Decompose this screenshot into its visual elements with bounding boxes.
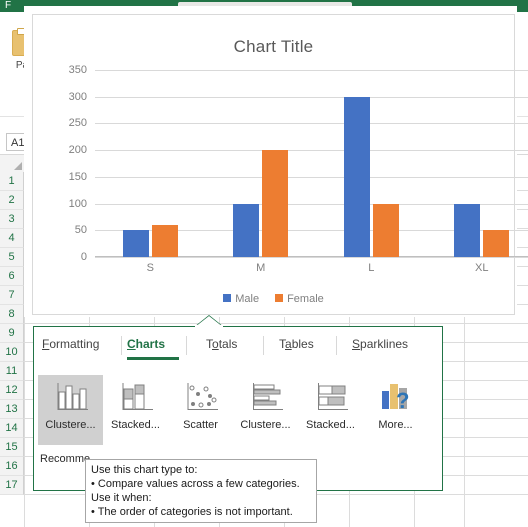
chart-category-group: M xyxy=(206,70,317,274)
y-axis-tick-label: 0 xyxy=(80,251,87,263)
tooltip-line-1: Use this chart type to: xyxy=(91,464,198,476)
tab-separator xyxy=(121,336,122,355)
chart-category-group: L xyxy=(316,70,427,274)
chart-category-group: S xyxy=(95,70,206,274)
svg-text:?: ? xyxy=(396,388,409,413)
chart-type-tile-2[interactable]: Scatter xyxy=(168,375,233,445)
chart-bar[interactable] xyxy=(343,96,370,257)
tooltip-line-3: Use it when: xyxy=(91,492,152,504)
scatter-icon xyxy=(168,375,233,419)
quick-analysis-tab-formatting[interactable]: Formatting xyxy=(42,337,99,351)
clustered-column-icon xyxy=(38,375,103,419)
chart-type-tile-3[interactable]: Clustere... xyxy=(233,375,298,445)
quick-analysis-tab-strip[interactable]: Formatting Charts Totals Tables Sparklines xyxy=(34,336,442,373)
chart-type-tooltip: Use this chart type to: • Compare values… xyxy=(85,459,317,523)
row-header[interactable]: 15 xyxy=(0,438,24,457)
tab-separator xyxy=(336,336,337,355)
chart-type-tile-label: Scatter xyxy=(183,419,218,431)
y-axis-tick-label: 50 xyxy=(74,224,87,237)
y-axis-tick-label: 250 xyxy=(68,117,87,130)
chart-object[interactable]: Chart Title 0 50 100 150 200 250 300 350 S M L XL M… xyxy=(24,6,528,317)
chart-gridline xyxy=(95,257,528,258)
grid-row-line xyxy=(24,323,528,324)
accelerator-key: F xyxy=(42,337,50,351)
chart-type-tile-label: Clustere... xyxy=(240,419,291,431)
legend-swatch xyxy=(223,294,232,303)
chart-type-gallery[interactable]: Clustere... Stacked... Scatter Clustere... S… xyxy=(34,375,442,445)
x-axis-tick-label: M xyxy=(256,262,266,274)
stacked-bar-icon xyxy=(298,375,363,419)
tab-separator xyxy=(263,336,264,355)
chart-category-group: XL xyxy=(427,70,528,274)
row-header[interactable]: 5 xyxy=(0,248,24,267)
row-header[interactable]: 8 xyxy=(0,305,24,324)
row-header[interactable]: 1 xyxy=(0,172,24,191)
quick-analysis-tab-tables[interactable]: Tables xyxy=(279,337,314,351)
row-header[interactable]: 16 xyxy=(0,457,24,476)
chart-bar[interactable] xyxy=(122,230,149,257)
row-header[interactable]: 9 xyxy=(0,324,24,343)
chart-bar[interactable] xyxy=(262,150,289,257)
y-axis-tick-label: 200 xyxy=(68,144,87,157)
accelerator-key: S xyxy=(352,337,361,351)
row-header[interactable]: 12 xyxy=(0,381,24,400)
legend-label: Male xyxy=(235,293,260,305)
row-header[interactable]: 17 xyxy=(0,476,24,495)
chart-type-tile-5[interactable]: ? More... xyxy=(363,375,428,445)
more-charts-icon: ? xyxy=(363,375,428,419)
chart-type-tile-label: Clustere... xyxy=(45,419,96,431)
tab-separator xyxy=(186,336,187,355)
chart-bar[interactable] xyxy=(483,230,510,257)
clustered-bar-icon xyxy=(233,375,298,419)
row-header[interactable]: 4 xyxy=(0,229,24,248)
y-axis-tick-label: 150 xyxy=(68,170,87,183)
chart-type-tile-label: Stacked... xyxy=(111,419,160,431)
chart-type-tile-label: More... xyxy=(378,419,413,431)
stacked-column-icon xyxy=(103,375,168,419)
chart-plot-frame: Chart Title 0 50 100 150 200 250 300 350 S M L XL M… xyxy=(32,14,528,315)
legend-label: Female xyxy=(287,293,324,305)
active-tab-indicator xyxy=(127,357,179,360)
x-axis-tick-label: S xyxy=(146,262,154,274)
quick-analysis-tab-totals[interactable]: Totals xyxy=(206,337,237,351)
chart-bar[interactable] xyxy=(151,224,178,257)
row-header[interactable]: 2 xyxy=(0,191,24,210)
quick-analysis-tab-sparklines[interactable]: Sparklines xyxy=(352,337,408,351)
chart-type-tile-1[interactable]: Stacked... xyxy=(103,375,168,445)
y-axis-tick-label: 350 xyxy=(68,64,87,76)
chart-type-tile-0[interactable]: Clustere... xyxy=(38,375,103,445)
chart-legend[interactable]: Male Female xyxy=(33,293,514,305)
quick-analysis-tab-charts[interactable]: Charts xyxy=(127,337,165,351)
chart-bar[interactable] xyxy=(233,203,260,257)
chart-bar[interactable] xyxy=(372,203,399,257)
chart-bar[interactable] xyxy=(454,203,481,257)
row-header[interactable]: 14 xyxy=(0,419,24,438)
legend-item[interactable]: Female xyxy=(275,293,324,305)
chart-type-tile-4[interactable]: Stacked... xyxy=(298,375,363,445)
select-all-corner[interactable] xyxy=(0,155,25,173)
y-axis-tick-label: 100 xyxy=(68,197,87,210)
tooltip-line-2: • Compare values across a few categories… xyxy=(91,478,300,490)
y-axis-tick-label: 300 xyxy=(68,90,87,103)
callout-arrow-mask xyxy=(195,325,223,328)
accelerator-key: C xyxy=(127,337,136,351)
legend-swatch xyxy=(275,294,284,303)
tooltip-line-4: • The order of categories is not importa… xyxy=(91,506,293,518)
recommended-charts-button[interactable]: Recomme xyxy=(40,453,90,465)
row-header[interactable]: 10 xyxy=(0,343,24,362)
chart-title[interactable]: Chart Title xyxy=(33,37,514,57)
accelerator-key: a xyxy=(285,337,292,351)
accelerator-key: o xyxy=(212,337,219,351)
row-header[interactable]: 11 xyxy=(0,362,24,381)
row-header[interactable]: 13 xyxy=(0,400,24,419)
legend-item[interactable]: Male xyxy=(223,293,259,305)
row-header[interactable]: 7 xyxy=(0,286,24,305)
chart-plot-area[interactable]: 0 50 100 150 200 250 300 350 S M L XL xyxy=(69,64,528,274)
row-header[interactable]: 6 xyxy=(0,267,24,286)
x-axis-tick-label: XL xyxy=(475,262,489,274)
x-axis-tick-label: L xyxy=(368,262,375,274)
row-header[interactable]: 3 xyxy=(0,210,24,229)
chart-type-tile-label: Stacked... xyxy=(306,419,355,431)
